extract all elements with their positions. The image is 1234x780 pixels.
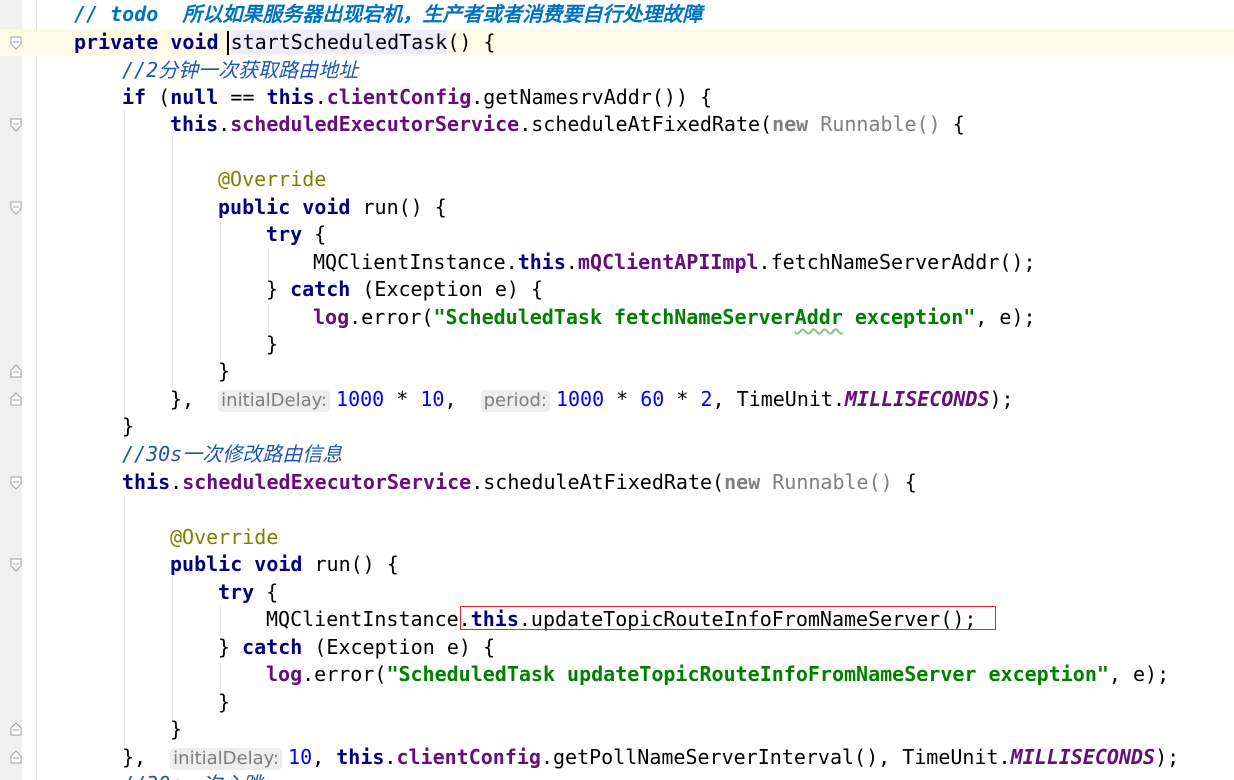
- code-line[interactable]: } catch (Exception e) {: [0, 634, 1234, 661]
- code-line[interactable]: try {: [0, 579, 1234, 606]
- comment-2min: //2分钟一次获取路由地址: [122, 58, 359, 82]
- method-name[interactable]: startScheduledTask: [230, 30, 448, 54]
- code-line[interactable]: MQClientInstance.this.updateTopicRouteIn…: [0, 606, 1234, 633]
- code-line[interactable]: this.scheduledExecutorService.scheduleAt…: [0, 469, 1234, 496]
- code-line[interactable]: } catch (Exception e) {: [0, 276, 1234, 303]
- code-line[interactable]: }: [0, 358, 1234, 385]
- code-line[interactable]: //30s一次心跳: [0, 771, 1234, 780]
- fold-arrow-icon[interactable]: [10, 201, 22, 215]
- fold-arrow-icon[interactable]: [10, 558, 22, 572]
- param-hint-initial-delay: initialDelay:: [218, 390, 331, 412]
- code-line[interactable]: log.error("ScheduledTask updateTopicRout…: [0, 661, 1234, 688]
- code-line[interactable]: try {: [0, 221, 1234, 248]
- todo-comment: // todo 所以如果服务器出现宕机，生产者或者消费要自行处理故障: [74, 2, 703, 26]
- code-line[interactable]: if (null == this.clientConfig.getNamesrv…: [0, 84, 1234, 111]
- fold-arrow-icon[interactable]: [10, 118, 22, 132]
- override-annotation: @Override: [170, 525, 279, 549]
- fold-arrow-icon[interactable]: [10, 476, 22, 490]
- override-annotation: @Override: [218, 167, 327, 191]
- code-line[interactable]: }, initialDelay: 1000 * 10, period: 1000 *…: [0, 386, 1234, 413]
- fold-end-icon[interactable]: [10, 392, 22, 406]
- code-line[interactable]: @Override: [0, 166, 1234, 193]
- fold-end-icon[interactable]: [10, 364, 22, 378]
- code-editor[interactable]: // todo 所以如果服务器出现宕机，生产者或者消费要自行处理故障 priva…: [0, 0, 1234, 780]
- code-line[interactable]: public void run() {: [0, 194, 1234, 221]
- code-line[interactable]: //2分钟一次获取路由地址: [0, 57, 1234, 84]
- fold-end-icon[interactable]: [10, 722, 22, 736]
- code-line[interactable]: }: [0, 413, 1234, 440]
- param-hint-initial-delay: initialDelay:: [170, 748, 283, 770]
- comment-30s: //30s一次修改路由信息: [122, 442, 343, 466]
- code-line[interactable]: //30s一次修改路由信息: [0, 441, 1234, 468]
- param-hint-period: period:: [480, 390, 550, 412]
- method-declaration: private void startScheduledTask() {: [74, 30, 496, 54]
- text-caret: [227, 31, 229, 55]
- code-line[interactable]: log.error("ScheduledTask fetchNameServer…: [0, 304, 1234, 331]
- code-line[interactable]: // todo 所以如果服务器出现宕机，生产者或者消费要自行处理故障: [0, 1, 1234, 28]
- code-line[interactable]: this.scheduledExecutorService.scheduleAt…: [0, 111, 1234, 138]
- code-line[interactable]: }: [0, 331, 1234, 358]
- code-line[interactable]: }: [0, 716, 1234, 743]
- code-line[interactable]: public void run() {: [0, 551, 1234, 578]
- code-line[interactable]: @Override: [0, 524, 1234, 551]
- fold-arrow-icon[interactable]: [10, 36, 22, 50]
- code-line[interactable]: }: [0, 689, 1234, 716]
- code-line[interactable]: MQClientInstance.this.mQClientAPIImpl.fe…: [0, 249, 1234, 276]
- fold-end-icon[interactable]: [10, 750, 22, 764]
- code-line[interactable]: }, initialDelay: 10, this.clientConfig.ge…: [0, 744, 1234, 771]
- code-line-current[interactable]: private void startScheduledTask() {: [0, 29, 1234, 56]
- comment-partial: //30s一次心跳: [122, 771, 262, 780]
